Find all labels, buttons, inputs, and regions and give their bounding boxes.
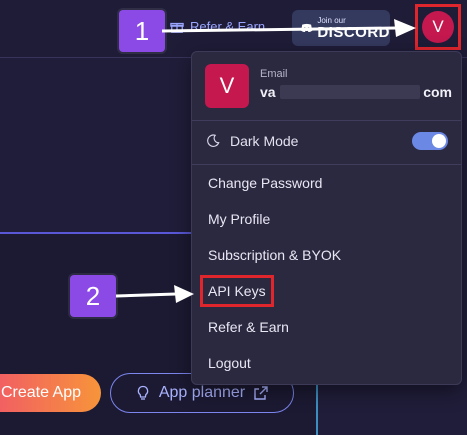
dark-mode-row: Dark Mode [206,130,448,152]
app-planner-label: App planner [158,384,246,401]
menu-item-change-password[interactable]: Change Password [192,165,461,201]
menu-item-api-keys[interactable]: API Keys [192,273,461,309]
menu-item-logout[interactable]: Logout [192,345,461,381]
discord-big-text: DISCORD [317,23,390,41]
menu-item-label: Subscription & BYOK [208,247,342,263]
moon-icon [207,134,220,147]
user-avatar-button[interactable]: V [415,4,461,50]
refer-earn-link[interactable]: Refer & Earn [170,19,265,34]
dark-mode-label: Dark Mode [230,133,299,149]
menu-item-subscription-byok[interactable]: Subscription & BYOK [192,237,461,273]
external-link-icon [254,386,268,400]
divider [192,120,461,121]
user-dropdown-menu: V Email va com Dark Mode Change Password… [191,51,462,385]
dropdown-menu-list: Change Password My Profile Subscription … [192,165,461,381]
discord-button[interactable]: Join our DISCORD [292,10,390,46]
dark-mode-toggle[interactable] [412,132,448,150]
toggle-knob [432,134,446,148]
email-prefix: va [260,84,276,100]
email-redaction [279,85,420,99]
menu-item-label: Logout [208,355,251,371]
menu-item-my-profile[interactable]: My Profile [192,201,461,237]
create-app-button[interactable]: Create App [0,374,101,412]
lightbulb-icon [137,385,149,400]
avatar: V [422,11,454,43]
dropdown-avatar: V [205,64,249,108]
email-value: va com [260,84,452,100]
menu-item-refer-earn[interactable]: Refer & Earn [192,309,461,345]
discord-icon [301,23,313,33]
menu-item-label: Refer & Earn [208,319,289,335]
step-1-badge: 1 [119,10,165,52]
menu-item-label: Change Password [208,175,323,191]
menu-item-label: API Keys [200,275,274,307]
gift-icon [170,22,184,33]
refer-earn-label: Refer & Earn [190,19,266,34]
step-2-badge: 2 [70,275,116,317]
create-app-label: Create App [0,384,81,401]
email-label: Email [260,68,288,80]
menu-item-label: My Profile [208,211,271,227]
email-suffix: com [423,84,452,100]
